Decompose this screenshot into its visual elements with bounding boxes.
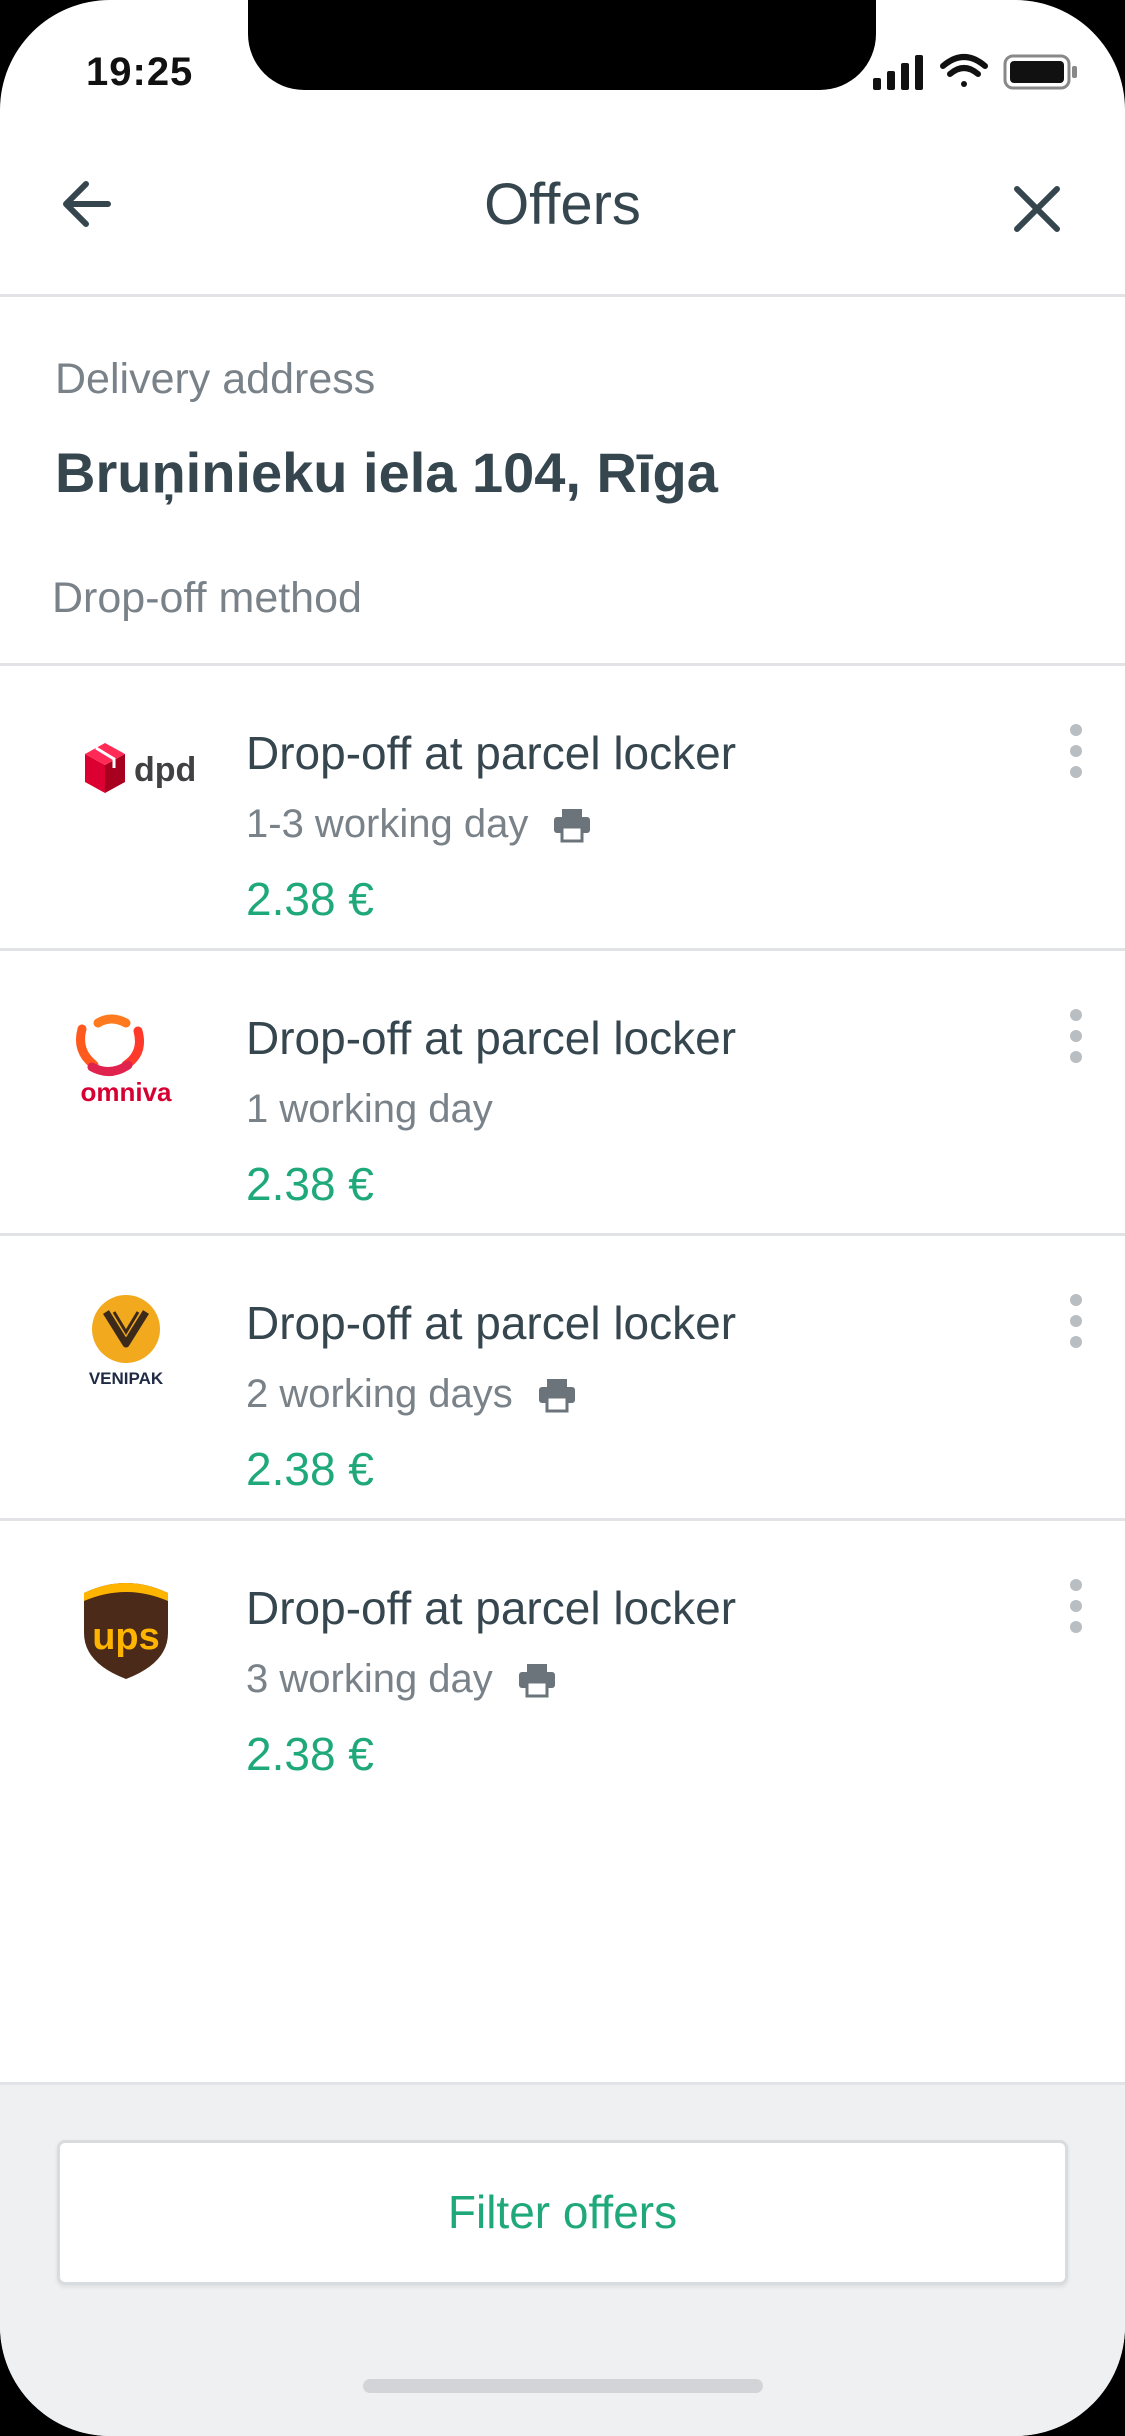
offer-time-text: 1-3 working day <box>246 802 529 846</box>
venipak-badge-icon <box>92 1295 160 1363</box>
offer-item-ups[interactable]: ups Drop-off at parcel locker 3 working … <box>0 1521 1125 1806</box>
phone-screen: 19:25 Offers Delivery address Bruņinieku… <box>0 0 1125 2436</box>
offer-price: 2.38 € <box>246 873 374 925</box>
status-time: 19:25 <box>86 50 194 94</box>
omniva-logo-text: omniva <box>80 1077 172 1107</box>
offer-title: Drop-off at parcel locker <box>246 1012 737 1064</box>
status-bar: 19:25 <box>0 0 1125 105</box>
venipak-logo-text: VENIPAK <box>89 1369 164 1388</box>
more-options-button[interactable] <box>1061 1573 1091 1643</box>
offer-delivery-time: 3 working day <box>246 1657 557 1702</box>
more-vertical-icon <box>1070 1579 1082 1633</box>
page-title: Offers <box>484 172 641 237</box>
ups-logo: ups <box>56 1571 196 1681</box>
offer-delivery-time: 1 working day <box>246 1087 493 1132</box>
home-indicator[interactable] <box>363 2379 763 2393</box>
dpd-cube-icon <box>85 743 125 793</box>
more-vertical-icon <box>1070 1294 1082 1348</box>
offer-time-text: 2 working days <box>246 1372 513 1416</box>
venipak-logo: VENIPAK <box>56 1286 196 1396</box>
footer-bar: Filter offers <box>0 2082 1125 2436</box>
close-icon <box>1014 186 1060 232</box>
printer-icon <box>518 1663 555 1697</box>
more-vertical-icon <box>1070 724 1082 778</box>
battery-icon <box>1003 54 1077 90</box>
delivery-address-label: Delivery address <box>55 355 376 403</box>
more-options-button[interactable] <box>1061 1288 1091 1358</box>
dpd-logo: dpd <box>56 716 196 826</box>
wifi-icon <box>940 54 988 87</box>
ups-logo-text: ups <box>92 1616 160 1658</box>
close-button[interactable] <box>1005 177 1069 241</box>
printer-icon <box>538 1378 575 1412</box>
filter-offers-button[interactable]: Filter offers <box>57 2140 1068 2285</box>
offer-price: 2.38 € <box>246 1158 374 1210</box>
app-header: Offers <box>0 105 1125 297</box>
offer-title: Drop-off at parcel locker <box>246 1297 737 1349</box>
offer-price: 2.38 € <box>246 1728 374 1780</box>
offer-item-venipak[interactable]: VENIPAK Drop-off at parcel locker 2 work… <box>0 1236 1125 1521</box>
offer-price: 2.38 € <box>246 1443 374 1495</box>
offer-item-dpd[interactable]: dpd Drop-off at parcel locker 1-3 workin… <box>0 666 1125 951</box>
printer-icon <box>554 808 591 842</box>
notch <box>248 0 876 90</box>
offer-item-omniva[interactable]: omniva Drop-off at parcel locker 1 worki… <box>0 951 1125 1236</box>
offer-delivery-time: 1-3 working day <box>246 802 592 847</box>
status-icons <box>871 52 1079 92</box>
drop-off-method-label: Drop-off method <box>52 574 362 622</box>
more-vertical-icon <box>1070 1009 1082 1063</box>
dpd-logo-text: dpd <box>134 751 196 789</box>
more-options-button[interactable] <box>1061 718 1091 788</box>
offer-time-text: 1 working day <box>246 1087 493 1131</box>
more-options-button[interactable] <box>1061 1003 1091 1073</box>
offer-time-text: 3 working day <box>246 1657 493 1701</box>
omniva-mark-icon <box>76 1014 144 1076</box>
omniva-logo: omniva <box>56 1001 196 1111</box>
offer-title: Drop-off at parcel locker <box>246 727 737 779</box>
delivery-address-value: Bruņinieku iela 104, Rīga <box>55 441 718 504</box>
cellular-signal-icon <box>873 55 923 90</box>
offer-title: Drop-off at parcel locker <box>246 1582 737 1634</box>
offer-delivery-time: 2 working days <box>246 1372 577 1417</box>
